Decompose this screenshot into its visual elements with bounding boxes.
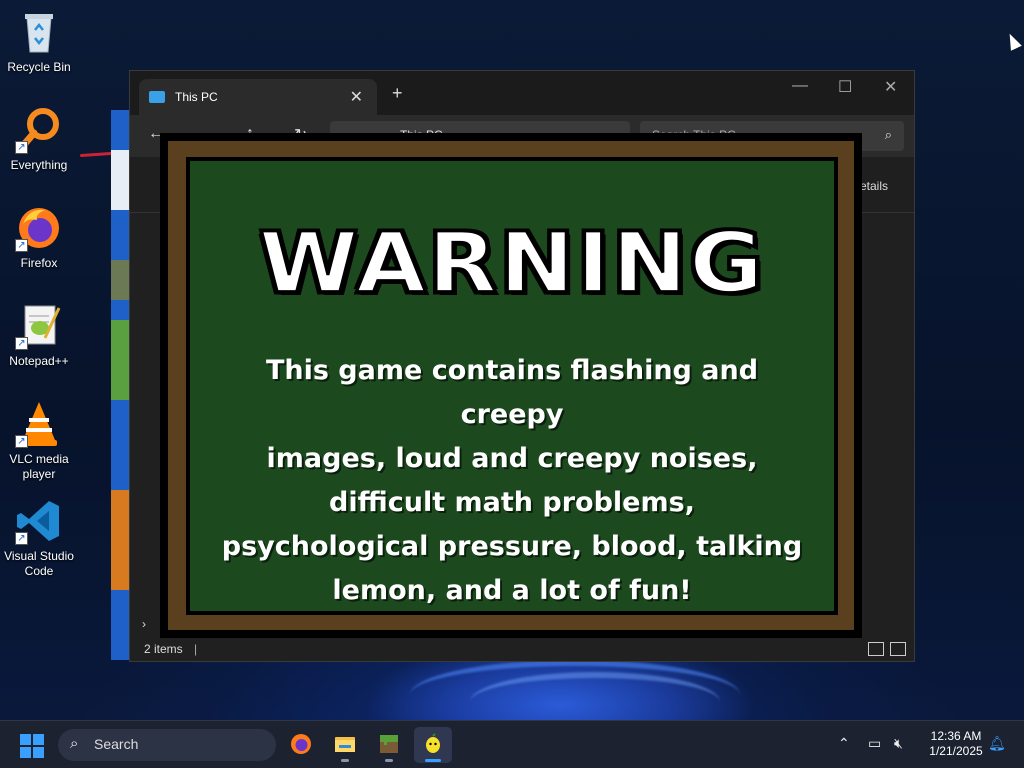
taskbar-file-explorer[interactable] [326, 727, 364, 763]
recycle-bin-icon [15, 8, 63, 56]
taskbar-lemon-game[interactable] [414, 727, 452, 763]
running-indicator [341, 759, 349, 762]
close-tab-icon[interactable]: ✕ [350, 87, 363, 107]
desktop-icon-vlc[interactable]: ↗ VLC media player [4, 400, 74, 482]
search-icon: ⌕ [884, 127, 892, 142]
board-wood-frame: WARNING This game contains flashing and … [168, 141, 854, 630]
running-indicator [425, 759, 441, 762]
tab-this-pc[interactable]: This PC ✕ [139, 79, 377, 115]
minimize-button[interactable]: — [792, 77, 808, 95]
everything-search-icon: ↗ [15, 106, 63, 154]
shortcut-arrow-icon: ↗ [15, 141, 28, 154]
desktop-icon-vscode[interactable]: ↗ Visual Studio Code [4, 497, 74, 579]
warning-title: WARNING [257, 214, 766, 313]
navigation-pane: › › [130, 213, 164, 663]
taskbar: ⌕ Search ⌃ ▭ 🔇︎ 12:36 AM 1/21/2025 🔔︎ [0, 720, 1024, 768]
taskbar-minecraft[interactable] [370, 727, 408, 763]
shortcut-arrow-icon: ↗ [15, 239, 28, 252]
vlc-icon: ↗ [15, 400, 63, 448]
warning-line: images, loud and creepy noises, [266, 443, 758, 474]
warning-line: This game contains flashing and creepy [265, 355, 759, 430]
firefox-icon [291, 734, 311, 754]
minecraft-icon [380, 735, 398, 753]
volume-muted-icon[interactable]: 🔇︎ [894, 735, 903, 752]
new-tab-button[interactable]: + [392, 83, 403, 104]
notification-bell-icon[interactable]: 🔔︎ [988, 735, 1006, 752]
warning-line: lemon, and a lot of fun! [332, 575, 692, 606]
notepad-plus-plus-icon: ↗ [15, 302, 63, 350]
start-button[interactable] [20, 734, 44, 758]
desktop-icon-everything[interactable]: ↗ Everything [4, 106, 74, 173]
clock-date: 1/21/2025 [929, 744, 983, 758]
details-view-icon[interactable] [868, 642, 884, 656]
background-window-edge [111, 110, 131, 660]
shortcut-arrow-icon: ↗ [15, 337, 28, 350]
tiles-view-icon[interactable] [890, 642, 906, 656]
network-icon[interactable]: ▭ [868, 735, 881, 752]
this-pc-icon [149, 91, 165, 103]
chevron-right-icon[interactable]: › [142, 617, 146, 631]
warning-line: psychological pressure, blood, talking [221, 531, 803, 562]
search-icon: ⌕ [70, 735, 79, 752]
clock-time: 12:36 AM [930, 729, 982, 743]
board-border: WARNING This game contains flashing and … [186, 157, 838, 615]
close-window-button[interactable]: ✕ [884, 77, 897, 97]
warning-overlay: WARNING This game contains flashing and … [160, 133, 862, 638]
chalkboard: WARNING This game contains flashing and … [190, 161, 834, 611]
running-indicator [385, 759, 393, 762]
desktop-icon-firefox[interactable]: ↗ Firefox [4, 204, 74, 271]
view-toggle [868, 642, 906, 656]
status-bar: 2 items | [130, 635, 914, 661]
desktop-icon-notepad-plus-plus[interactable]: ↗ Notepad++ [4, 302, 74, 369]
details-button[interactable]: etails [860, 179, 888, 193]
windows-logo-icon [20, 734, 31, 745]
windows-logo-icon [33, 747, 44, 758]
item-count: 2 items [144, 642, 183, 656]
lemon-game-icon [426, 733, 440, 753]
desktop-icon-recycle-bin[interactable]: Recycle Bin [4, 8, 74, 75]
windows-logo-icon [20, 747, 31, 758]
warning-message: This game contains flashing and creepy i… [210, 349, 814, 613]
status-divider: | [194, 642, 198, 656]
shortcut-arrow-icon: ↗ [15, 435, 28, 448]
show-hidden-icons-chevron-icon[interactable]: ⌃ [838, 735, 850, 752]
clock[interactable]: 12:36 AM 1/21/2025 [920, 729, 992, 759]
taskbar-firefox[interactable] [282, 727, 320, 763]
maximize-button[interactable]: ☐ [838, 77, 852, 97]
windows-logo-icon [33, 734, 44, 745]
vscode-icon: ↗ [15, 497, 63, 545]
file-explorer-icon [335, 737, 355, 752]
shortcut-arrow-icon: ↗ [15, 532, 28, 545]
taskbar-search[interactable]: ⌕ Search [58, 729, 276, 761]
tab-bar: This PC ✕ + — ☐ ✕ [130, 71, 914, 115]
firefox-icon: ↗ [15, 204, 63, 252]
warning-line: difficult math problems, [329, 487, 695, 518]
